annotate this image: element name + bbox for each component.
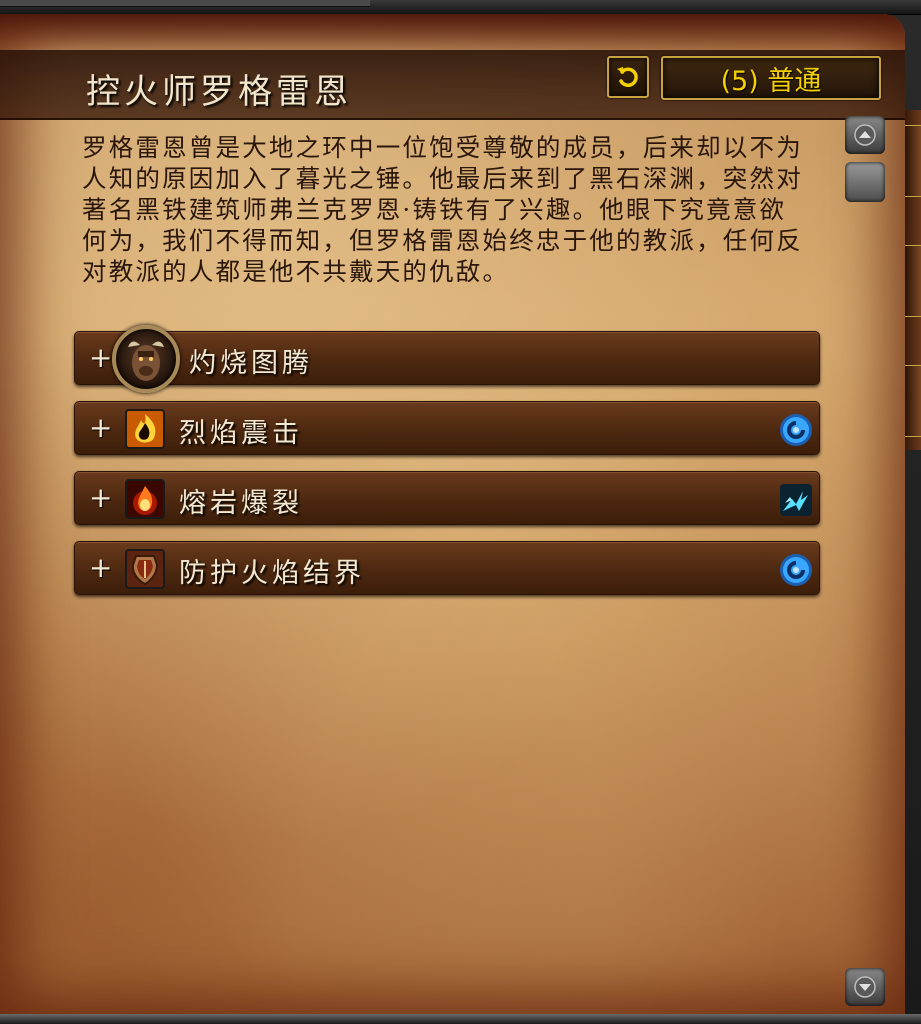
chevron-down-icon [854,976,876,998]
scroll-down-button[interactable] [845,968,885,1006]
boss-description: 罗格雷恩曾是大地之环中一位饱受尊敬的成员，后来却以不为人知的原因加入了暮光之锤。… [82,133,803,286]
scroll-thumb[interactable] [845,162,885,202]
side-tab-abilities[interactable] [905,245,921,317]
top-bar-notch [0,0,370,7]
expand-plus-icon[interactable]: + [89,344,112,372]
interruptible-icon [779,413,813,447]
ability-name: 灼烧图腾 [189,348,313,379]
expand-plus-icon[interactable]: + [89,414,112,442]
interruptible-icon [779,553,813,587]
expand-plus-icon[interactable]: + [89,484,112,512]
ability-row-searing-totem[interactable]: + 灼烧图腾 [74,331,820,385]
ability-row-lava-burst[interactable]: + 熔岩爆裂 [74,471,820,525]
window-top-bar [0,0,921,15]
window-bottom-bar [0,1014,921,1024]
ability-name: 熔岩爆裂 [179,488,303,519]
totem-portrait-icon [112,325,180,393]
flame-shock-icon [125,409,165,449]
vertical-scrollbar[interactable] [843,116,887,1010]
difficulty-dropdown[interactable]: (5) 普通 [661,56,881,100]
side-tab-overview[interactable] [905,125,921,197]
fire-ward-shield-icon [125,549,165,589]
ability-row-fire-ward[interactable]: + 防护火焰结界 [74,541,820,595]
ability-name: 烈焰震击 [179,418,303,449]
side-tab-loot[interactable] [905,365,921,437]
reset-button[interactable] [607,56,649,98]
lava-burst-icon [125,479,165,519]
scroll-up-button[interactable] [845,116,885,154]
magic-dispel-icon [779,483,813,517]
boss-title: 控火师罗格雷恩 [86,72,352,112]
reset-arrow-icon [617,67,638,87]
difficulty-label: (5) 普通 [720,65,822,97]
expand-plus-icon[interactable]: + [89,554,112,582]
page-top-edge [0,14,905,50]
chevron-up-icon [854,124,876,146]
ability-row-flame-shock[interactable]: + 烈焰震击 [74,401,820,455]
ability-name: 防护火焰结界 [179,558,365,589]
